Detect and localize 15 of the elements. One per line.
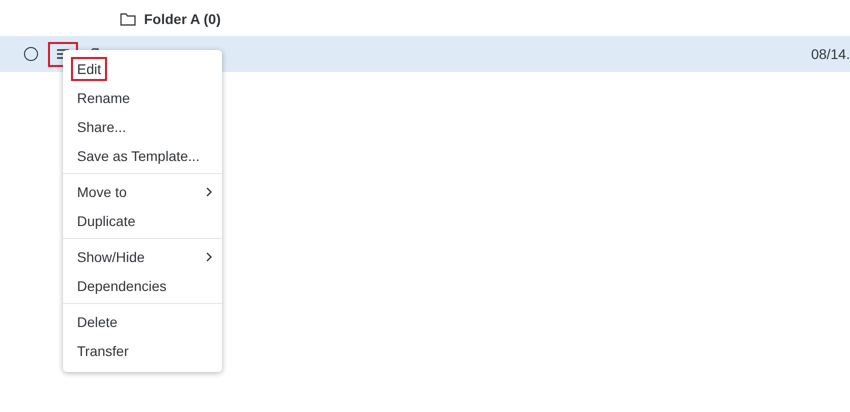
- menu-item[interactable]: Duplicate: [71, 208, 142, 232]
- menu-item[interactable]: Delete: [71, 310, 124, 334]
- menu-item[interactable]: Transfer: [71, 338, 135, 362]
- menu-item[interactable]: Save as Template...: [71, 144, 206, 168]
- menu-icon: [57, 49, 69, 59]
- menu-item[interactable]: Move to: [71, 180, 133, 204]
- date-text: 08/14.: [811, 46, 850, 62]
- menu-item[interactable]: Share...: [71, 114, 132, 138]
- menu-item[interactable]: Dependencies: [71, 274, 173, 298]
- menu-item[interactable]: Edit: [71, 56, 108, 80]
- menu-item[interactable]: Show/Hide: [71, 244, 151, 268]
- folder-icon: [120, 12, 136, 26]
- folder-name: Folder A (0): [144, 11, 221, 27]
- radio-button[interactable]: [24, 47, 38, 61]
- menu-item[interactable]: Rename: [71, 86, 136, 110]
